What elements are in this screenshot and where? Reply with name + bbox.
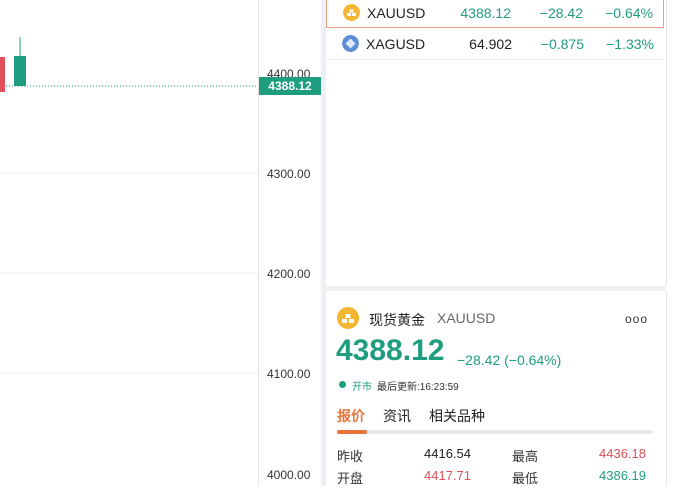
y-axis-tick: 4100.00 xyxy=(267,367,311,381)
tab-quote[interactable]: 报价 xyxy=(337,406,365,426)
watchlist-symbol: XAGUSD xyxy=(366,36,426,52)
quote-value-high: 4436.18 xyxy=(599,446,646,461)
y-axis-tick: 4300.00 xyxy=(267,167,311,181)
chart-canvas[interactable]: 4400.00 4300.00 4200.00 4100.00 4000.00 xyxy=(0,0,322,486)
watchlist-change: −28.42 xyxy=(539,5,583,21)
watchlist-price: 64.902 xyxy=(469,36,512,52)
quote-label-prev-close: 昨收 xyxy=(337,449,364,464)
watchlist-price: 4388.12 xyxy=(460,5,511,21)
silver-diamond-icon xyxy=(342,35,359,52)
tab-track xyxy=(337,430,653,434)
quote-value-low: 4386.19 xyxy=(599,468,646,483)
quote-label-high: 最高 xyxy=(512,449,539,464)
gold-bars-icon xyxy=(343,4,360,21)
watchlist-row-xauusd[interactable]: XAUUSD 4388.12 −28.42 −0.64% xyxy=(326,0,664,28)
last-price: 4388.12 xyxy=(336,334,445,367)
more-options-button[interactable]: ooo xyxy=(625,312,648,326)
market-open-dot-icon xyxy=(339,381,346,388)
watchlist-change: −0.875 xyxy=(540,36,584,52)
price-change: −28.42 (−0.64%) xyxy=(457,352,562,368)
watchlist-symbol: XAUUSD xyxy=(367,5,426,21)
quote-value-open: 4417.71 xyxy=(424,468,471,483)
quote-value-prev-close: 4416.54 xyxy=(424,446,471,461)
y-axis-tick-bottom: 4000.00 xyxy=(267,468,311,482)
quote-label-low: 最低 xyxy=(512,471,539,486)
tab-related[interactable]: 相关品种 xyxy=(429,406,485,426)
instrument-name: 现货黄金 xyxy=(369,312,425,328)
instrument-detail-panel: 现货黄金 XAUUSD ooo 4388.12 −28.42 (−0.64%) … xyxy=(326,291,667,486)
red-candle-body xyxy=(0,57,5,92)
last-updated: 最后更新:16:23:59 xyxy=(377,382,459,393)
watchlist-change-percent: −0.64% xyxy=(605,5,653,21)
quote-label-open: 开盘 xyxy=(337,471,364,486)
tab-news[interactable]: 资讯 xyxy=(383,406,411,426)
current-price-marker: 4388.12 xyxy=(259,77,321,95)
gold-bars-icon xyxy=(337,307,359,329)
instrument-symbol: XAUUSD xyxy=(437,310,496,326)
watchlist: XAUUSD 4388.12 −28.42 −0.64% XAGUSD 64.9… xyxy=(326,0,667,286)
row-divider xyxy=(326,59,664,60)
watchlist-row-xagusd[interactable]: XAGUSD 64.902 −0.875 −1.33% xyxy=(326,29,664,59)
tab-active-indicator xyxy=(337,430,367,434)
market-status: 开市 xyxy=(352,382,372,393)
y-axis-tick: 4200.00 xyxy=(267,267,311,281)
price-chart[interactable]: 4400.00 4300.00 4200.00 4100.00 4000.00 … xyxy=(0,0,322,486)
green-candle-body xyxy=(14,56,26,86)
watchlist-change-percent: −1.33% xyxy=(606,36,654,52)
